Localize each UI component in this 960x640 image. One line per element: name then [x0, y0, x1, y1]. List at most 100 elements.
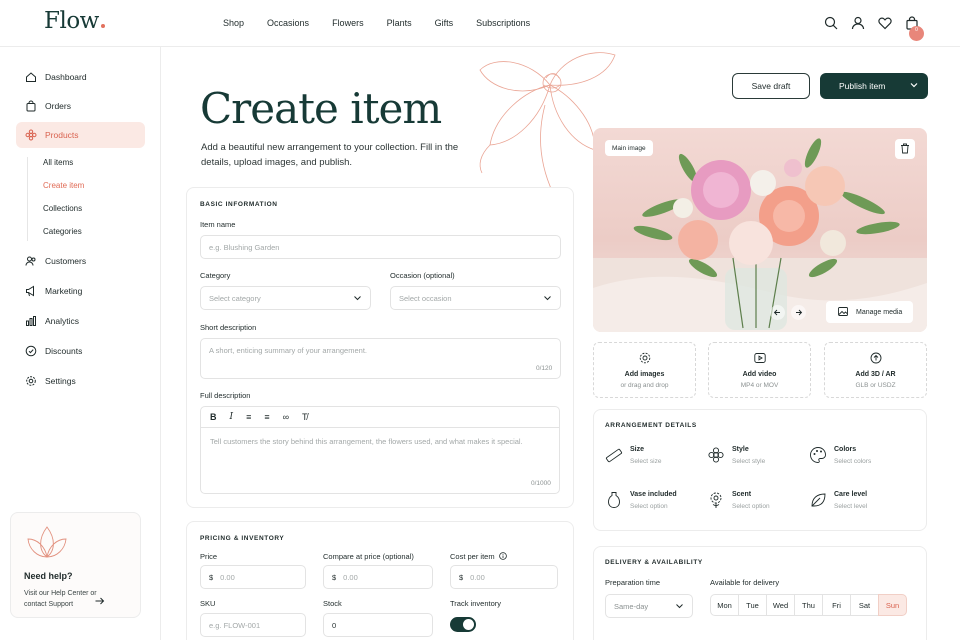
- full-description-counter: 0/1000: [531, 480, 551, 487]
- page-subtitle: Add a beautiful new arrangement to your …: [201, 142, 459, 168]
- trash-icon: [901, 143, 909, 154]
- full-description-editor[interactable]: Tell customers the story behind this arr…: [200, 427, 560, 494]
- italic-icon[interactable]: I: [230, 412, 234, 422]
- discount-badge-icon: [25, 345, 37, 357]
- bullet-list-icon[interactable]: ≡: [246, 412, 251, 422]
- item-name-input[interactable]: e.g. Blushing Garden: [200, 235, 561, 259]
- sidebar-item-label: Orders: [45, 101, 71, 111]
- logo[interactable]: Flow: [44, 8, 105, 34]
- manage-media-button[interactable]: Manage media: [826, 301, 913, 323]
- occasion-select[interactable]: Select occasion: [390, 286, 561, 310]
- preparation-time-select[interactable]: Same-day: [605, 594, 693, 618]
- cart-bag-icon[interactable]: 0: [905, 16, 924, 41]
- sidebar-item-label: Analytics: [45, 316, 80, 326]
- compare-price-input[interactable]: $0.00: [323, 565, 433, 589]
- day-wed[interactable]: Wed: [766, 594, 795, 616]
- day-tue[interactable]: Tue: [738, 594, 767, 616]
- numbered-list-icon[interactable]: ≡: [264, 412, 269, 422]
- publish-label: Publish item: [839, 81, 886, 91]
- detail-title: Style: [732, 446, 749, 453]
- cart-count-badge: 0: [909, 26, 924, 41]
- detail-title: Vase included: [630, 491, 677, 498]
- track-inventory-toggle[interactable]: [450, 617, 476, 632]
- short-description-textarea[interactable]: A short, enticing summary of your arrang…: [200, 338, 561, 379]
- sidebar-item-customers[interactable]: Customers: [16, 248, 145, 274]
- delivery-days: Mon Tue Wed Thu Fri Sat Sun: [710, 594, 907, 616]
- palette-icon: [810, 447, 826, 463]
- sidebar-item-dashboard[interactable]: Dashboard: [16, 64, 145, 90]
- add-images-dropzone[interactable]: Add images or drag and drop: [593, 342, 696, 398]
- day-thu[interactable]: Thu: [794, 594, 823, 616]
- sidebar-item-discounts[interactable]: Discounts: [16, 338, 145, 364]
- ruler-icon: [605, 448, 623, 463]
- currency-symbol: $: [209, 572, 214, 582]
- basic-information-heading: BASIC INFORMATION: [200, 201, 278, 208]
- arrow-right-icon[interactable]: [791, 305, 806, 320]
- sidebar-sub-all-items[interactable]: All items: [43, 158, 73, 167]
- arrow-left-icon[interactable]: [770, 305, 785, 320]
- day-mon[interactable]: Mon: [710, 594, 739, 616]
- bold-icon[interactable]: B: [210, 412, 217, 422]
- nav-subscriptions[interactable]: Subscriptions: [476, 18, 530, 28]
- available-for-delivery-label: Available for delivery: [710, 578, 780, 587]
- arrow-right-icon[interactable]: [95, 597, 105, 605]
- search-icon[interactable]: [824, 16, 839, 31]
- save-draft-button[interactable]: Save draft: [732, 73, 810, 99]
- info-icon[interactable]: [499, 552, 507, 560]
- nav-shop[interactable]: Shop: [223, 18, 244, 28]
- delivery-availability-heading: DELIVERY & AVAILABILITY: [605, 559, 703, 566]
- add-images-title: Add images: [624, 371, 665, 378]
- short-description-label: Short description: [200, 323, 257, 332]
- day-sun[interactable]: Sun: [878, 594, 907, 616]
- delete-image-button[interactable]: [895, 139, 915, 159]
- vase-icon: [608, 492, 620, 508]
- stock-input[interactable]: 0: [323, 613, 433, 637]
- sidebar-item-analytics[interactable]: Analytics: [16, 308, 145, 334]
- sidebar-item-label: Dashboard: [45, 72, 87, 82]
- link-icon[interactable]: ∞: [283, 412, 289, 422]
- nav-plants[interactable]: Plants: [387, 18, 412, 28]
- clear-format-icon[interactable]: T̸: [302, 412, 308, 422]
- lotus-illustration-icon: [27, 526, 67, 558]
- day-fri[interactable]: Fri: [822, 594, 851, 616]
- nav-gifts[interactable]: Gifts: [435, 18, 454, 28]
- help-title: Need help?: [24, 571, 73, 581]
- cost-per-item-input[interactable]: $0.00: [450, 565, 558, 589]
- currency-symbol: $: [459, 572, 464, 582]
- publish-item-button[interactable]: Publish item: [820, 73, 928, 99]
- category-select[interactable]: Select category: [200, 286, 371, 310]
- main-image-preview[interactable]: Main image Manage media: [593, 128, 927, 332]
- cost-per-item-label: Cost per item: [450, 552, 495, 561]
- day-sat[interactable]: Sat: [850, 594, 879, 616]
- add-video-dropzone[interactable]: Add video MP4 or MOV: [708, 342, 811, 398]
- sidebar-item-marketing[interactable]: Marketing: [16, 278, 145, 304]
- account-icon[interactable]: [851, 16, 866, 31]
- occasion-placeholder: Select occasion: [399, 293, 452, 303]
- sidebar-item-products[interactable]: Products: [16, 122, 145, 148]
- image-icon: [838, 307, 848, 316]
- detail-title: Size: [630, 446, 645, 453]
- sidebar-sub-create-item[interactable]: Create item: [43, 181, 84, 190]
- sidebar-item-settings[interactable]: Settings: [16, 368, 145, 394]
- sidebar-sub-categories[interactable]: Categories: [43, 227, 82, 236]
- add-3d-ar-dropzone[interactable]: Add 3D / AR GLB or USDZ: [824, 342, 927, 398]
- nav-occasions[interactable]: Occasions: [267, 18, 309, 28]
- main-nav: Shop Occasions Flowers Plants Gifts Subs…: [223, 18, 553, 28]
- add-images-sub: or drag and drop: [620, 382, 669, 389]
- sku-input[interactable]: e.g. FLOW-001: [200, 613, 306, 637]
- sidebar-item-label: Customers: [45, 256, 87, 266]
- manage-media-label: Manage media: [856, 308, 903, 316]
- price-input[interactable]: $0.00: [200, 565, 306, 589]
- nav-flowers[interactable]: Flowers: [332, 18, 364, 28]
- sidebar-sub-collections[interactable]: Collections: [43, 204, 82, 213]
- sidebar-item-orders[interactable]: Orders: [16, 93, 145, 119]
- image-navigation: [770, 305, 806, 320]
- add-video-title: Add video: [742, 371, 777, 378]
- detail-sub: Select style: [732, 458, 766, 465]
- wishlist-heart-icon[interactable]: [878, 16, 893, 31]
- chevron-down-icon[interactable]: [910, 82, 918, 88]
- chevron-down-icon: [354, 296, 361, 301]
- category-label: Category: [200, 271, 231, 280]
- detail-title: Colors: [834, 446, 857, 453]
- add-3d-ar-sub: GLB or USDZ: [855, 382, 896, 389]
